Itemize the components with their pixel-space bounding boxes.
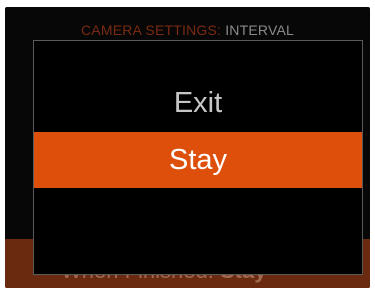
exit-stay-dialog: Exit Stay xyxy=(33,40,363,275)
camera-screen: CAMERA SETTINGS: INTERVAL When Finished:… xyxy=(5,7,370,288)
stay-option[interactable]: Stay xyxy=(34,132,362,188)
exit-option[interactable]: Exit xyxy=(34,75,362,131)
screen-header: CAMERA SETTINGS: INTERVAL xyxy=(5,22,370,38)
header-setting: INTERVAL xyxy=(225,22,294,38)
header-category: CAMERA SETTINGS: xyxy=(81,22,222,38)
